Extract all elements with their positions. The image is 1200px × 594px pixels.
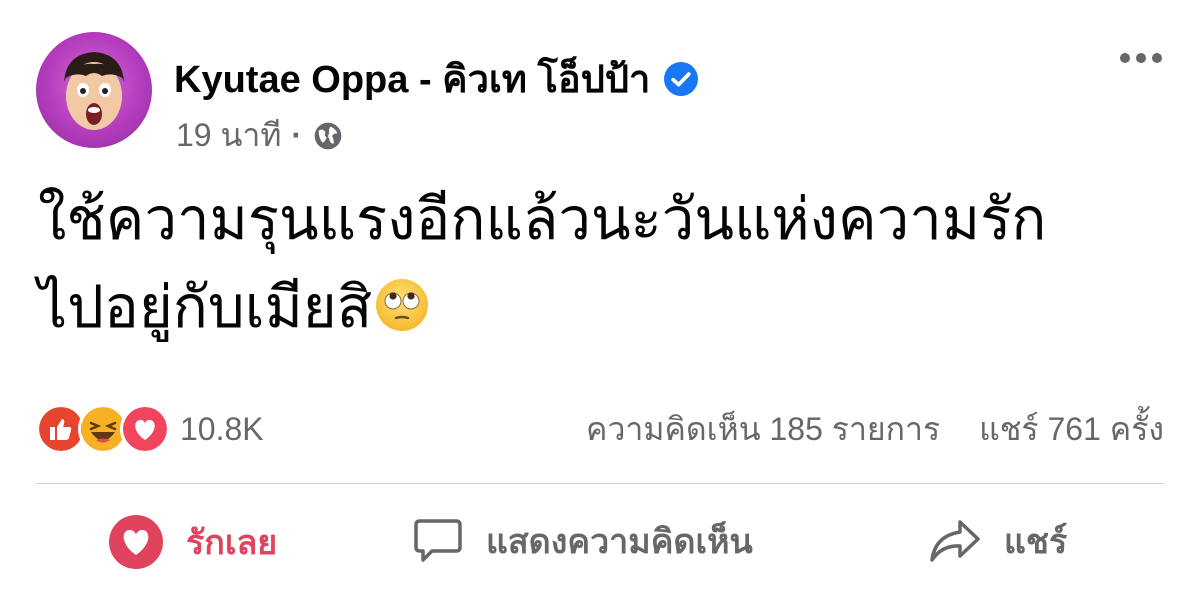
globe-icon[interactable] xyxy=(312,120,344,152)
comment-icon xyxy=(414,519,462,562)
verified-badge-icon xyxy=(664,61,699,96)
reaction-count: 10.8K xyxy=(180,410,264,447)
author-avatar[interactable] xyxy=(36,32,152,148)
engagement-stats: ความคิดเห็น 185 รายการ แชร์ 761 ครั้ง xyxy=(586,404,1164,455)
love-button[interactable]: รักเลย xyxy=(108,514,277,570)
more-options-icon[interactable] xyxy=(1118,48,1164,68)
post-text-line2: ไปอยู่กับเมียสิ xyxy=(38,275,373,340)
love-reaction-icon xyxy=(120,404,170,454)
love-icon xyxy=(109,515,163,569)
meta-separator: · xyxy=(291,117,303,153)
comment-button[interactable]: แสดงความคิดเห็น xyxy=(412,514,753,568)
post-text-line: ไปอยู่กับเมียสิ xyxy=(38,264,1168,352)
love-button-label: รักเลย xyxy=(186,524,278,562)
author-name[interactable]: Kyutae Oppa - คิวเท โอ็ปป้า xyxy=(174,48,650,109)
rolling-eyes-emoji-icon xyxy=(376,279,429,331)
share-icon xyxy=(930,520,980,562)
post-timestamp[interactable]: 19 นาที xyxy=(176,110,281,161)
post-header: Kyutae Oppa - คิวเท โอ็ปป้า xyxy=(174,48,699,109)
reaction-summary[interactable]: 10.8K xyxy=(36,404,264,454)
post-text-line: ใช้ความรุนแรงอีกแล้วนะวันแห่งความรัก xyxy=(38,187,1047,252)
comment-button-label: แสดงความคิดเห็น xyxy=(486,523,753,561)
post-meta: 19 นาที · xyxy=(176,110,344,161)
avatar-face-image xyxy=(64,52,124,130)
share-count-link[interactable]: แชร์ 761 ครั้ง xyxy=(979,411,1164,447)
share-button[interactable]: แชร์ xyxy=(928,514,1067,568)
divider xyxy=(36,483,1164,484)
comment-count-link[interactable]: ความคิดเห็น 185 รายการ xyxy=(586,411,940,447)
share-button-label: แชร์ xyxy=(1004,523,1068,561)
post-body: ใช้ความรุนแรงอีกแล้วนะวันแห่งความรัก ไปอ… xyxy=(38,176,1168,352)
